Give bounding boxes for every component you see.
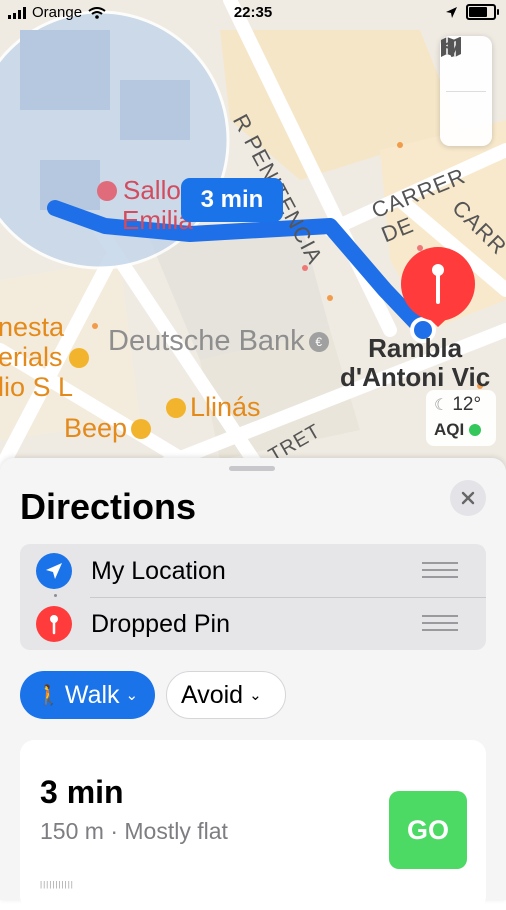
location-arrow-icon bbox=[441, 37, 461, 57]
reorder-handle-icon[interactable] bbox=[422, 562, 458, 578]
shop-icon bbox=[166, 397, 186, 418]
sheet-grabber[interactable] bbox=[229, 466, 275, 471]
poi-label-llinas: Llinás bbox=[166, 392, 261, 423]
elevation-graph: ||||||||||| bbox=[40, 880, 74, 889]
poi-label-sallo: Sallo bbox=[97, 175, 181, 206]
shop-icon bbox=[68, 347, 89, 368]
avoid-options-button[interactable]: Avoid ⌄ bbox=[166, 671, 286, 719]
walking-person-icon: 🚶 bbox=[36, 684, 61, 707]
route-duration: 3 min bbox=[40, 774, 124, 810]
bank-icon: € bbox=[308, 331, 329, 352]
poi-label-deutsche-bank: Deutsche Bank € bbox=[108, 325, 329, 358]
walk-mode-button[interactable]: 🚶 Walk ⌄ bbox=[20, 671, 155, 719]
poi-label-nesta: nesta bbox=[0, 312, 65, 342]
clock: 22:35 bbox=[233, 4, 273, 21]
map-controls bbox=[440, 36, 492, 146]
directions-sheet: Directions My Location Dropped Pin 🚶 Wal… bbox=[0, 458, 506, 910]
close-button[interactable] bbox=[450, 480, 486, 516]
locate-me-button[interactable] bbox=[440, 37, 492, 147]
moon-cloud-icon: ☾ bbox=[434, 397, 449, 414]
location-services-icon bbox=[446, 6, 457, 18]
route-details: 150 m · Mostly flat bbox=[40, 818, 228, 844]
route-stops: My Location Dropped Pin bbox=[20, 544, 486, 650]
aqi-indicator-icon bbox=[469, 424, 482, 436]
go-button[interactable]: GO bbox=[389, 791, 467, 869]
poi-label-erials: erials bbox=[0, 342, 89, 373]
electronics-icon bbox=[131, 418, 152, 439]
poi-label-beep: Beep bbox=[64, 413, 152, 444]
route-stop-start[interactable]: My Location bbox=[20, 544, 486, 597]
route-option-card[interactable]: 3 min 150 m · Mostly flat GO ||||||||||| bbox=[20, 740, 486, 910]
chevron-down-icon: ⌄ bbox=[125, 687, 139, 704]
route-time-bubble[interactable]: 3 min bbox=[181, 178, 283, 222]
pin-icon bbox=[36, 606, 72, 642]
status-bar: Orange 22:35 bbox=[0, 0, 506, 26]
poi-label-lio: lio S L bbox=[0, 372, 74, 402]
location-arrow-icon bbox=[36, 553, 72, 589]
battery-icon bbox=[466, 4, 499, 20]
restaurant-icon bbox=[97, 180, 117, 201]
weather-widget: ☾ 12° AQI bbox=[426, 390, 496, 446]
destination-label: Rambla d'Antoni Vic bbox=[340, 333, 491, 392]
close-icon bbox=[461, 491, 475, 505]
sheet-title: Directions bbox=[20, 486, 197, 527]
chevron-down-icon: ⌄ bbox=[249, 687, 262, 704]
reorder-handle-icon[interactable] bbox=[422, 615, 458, 631]
route-stop-end[interactable]: Dropped Pin bbox=[20, 597, 486, 650]
map-view[interactable]: R PENITENCIA CARRER DE CARR TRET Sallo E… bbox=[0, 0, 506, 470]
